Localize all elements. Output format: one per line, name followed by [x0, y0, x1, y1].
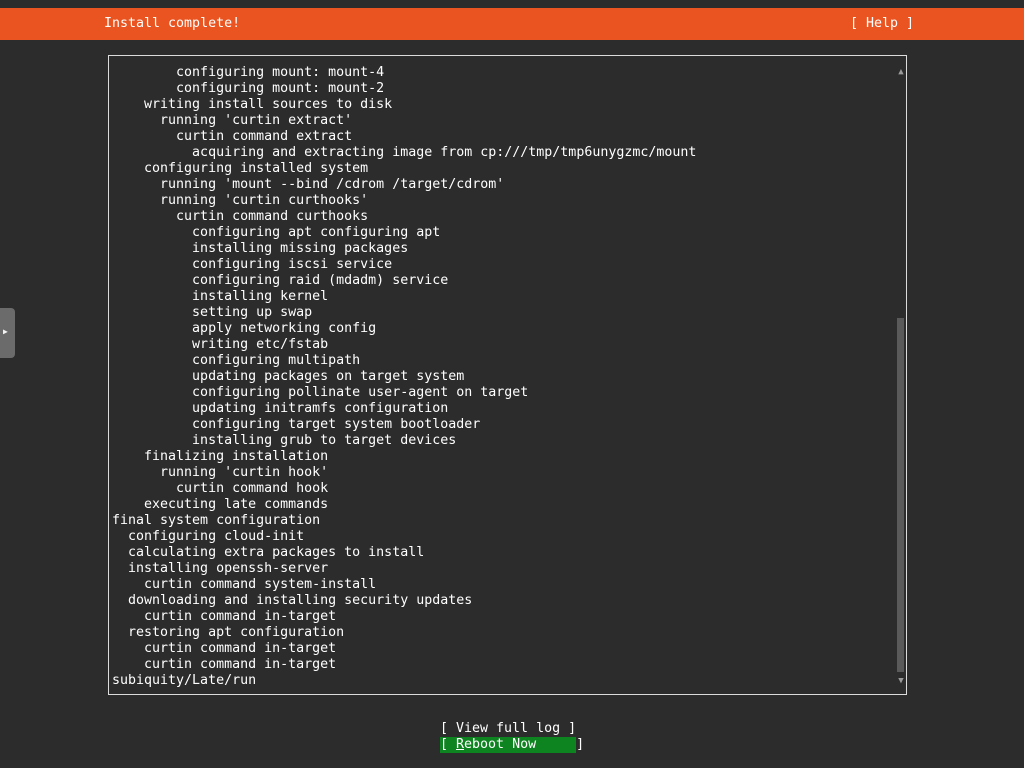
log-line: curtin command in-target — [112, 641, 337, 656]
log-line: configuring cloud-init — [112, 529, 305, 544]
log-line: installing kernel — [112, 289, 329, 304]
log-line: configuring apt configuring apt — [112, 225, 441, 240]
reboot-button-label: eboot Now ] — [464, 737, 585, 752]
reboot-now-button[interactable]: [ Reboot Now ] — [440, 737, 584, 753]
log-line: configuring pollinate user-agent on targ… — [112, 385, 529, 400]
log-line: finalizing installation — [112, 449, 329, 464]
log-line: configuring target system bootloader — [112, 417, 481, 432]
log-line: calculating extra packages to install — [112, 545, 425, 560]
log-line: curtin command in-target — [112, 657, 337, 672]
log-line: acquiring and extracting image from cp:/… — [112, 145, 697, 160]
scrollbar-track[interactable] — [897, 80, 904, 674]
log-line: downloading and installing security upda… — [112, 593, 473, 608]
scroll-up-arrow-icon[interactable]: ▲ — [895, 67, 907, 77]
view-full-log-button[interactable]: [ View full log ] — [440, 721, 576, 737]
top-gap — [0, 0, 1024, 8]
log-line: apply networking config — [112, 321, 377, 336]
help-button[interactable]: [ Help ] — [850, 16, 914, 32]
log-line: updating packages on target system — [112, 369, 465, 384]
log-line: installing grub to target devices — [112, 433, 457, 448]
log-line: running 'curtin extract' — [112, 113, 353, 128]
log-line: writing etc/fstab — [112, 337, 329, 352]
log-line: executing late commands — [112, 497, 329, 512]
log-line: subiquity/Late/run — [112, 673, 257, 688]
log-line: final system configuration — [112, 513, 321, 528]
log-line: curtin command hook — [112, 481, 329, 496]
triangle-right-icon: ▶ — [3, 327, 8, 336]
scrollbar-thumb[interactable] — [897, 318, 904, 672]
log-line: running 'curtin hook' — [112, 465, 329, 480]
log-line: configuring iscsi service — [112, 257, 393, 272]
log-line: restoring apt configuration — [112, 625, 345, 640]
log-line: installing missing packages — [112, 241, 409, 256]
log-line: curtin command in-target — [112, 609, 337, 624]
log-line: running 'curtin curthooks' — [112, 193, 369, 208]
log-line: configuring multipath — [112, 353, 361, 368]
log-line: configuring installed system — [112, 161, 369, 176]
log-line: configuring raid (mdadm) service — [112, 273, 449, 288]
reboot-button-accelerator: R — [456, 737, 465, 752]
log-line: updating initramfs configuration — [112, 401, 449, 416]
log-line: curtin command system-install — [112, 577, 377, 592]
side-panel-toggle[interactable]: ▶ — [0, 308, 15, 358]
title-bar: Install complete! [ Help ] — [0, 8, 1024, 40]
reboot-button-bracket: [ — [440, 737, 457, 752]
install-log-panel[interactable]: configuring mount: mount-4 configuring m… — [108, 55, 907, 695]
log-line: configuring mount: mount-2 — [112, 81, 385, 96]
log-line: installing openssh-server — [112, 561, 329, 576]
log-line: curtin command curthooks — [112, 209, 369, 224]
log-line: configuring mount: mount-4 — [112, 65, 385, 80]
log-line: curtin command extract — [112, 129, 353, 144]
log-line: setting up swap — [112, 305, 313, 320]
log-line: running 'mount --bind /cdrom /target/cdr… — [112, 177, 505, 192]
scroll-down-arrow-icon[interactable]: ▼ — [895, 676, 907, 686]
log-line: writing install sources to disk — [112, 97, 393, 112]
page-title: Install complete! — [104, 16, 241, 31]
log-lines: configuring mount: mount-4 configuring m… — [112, 65, 892, 689]
